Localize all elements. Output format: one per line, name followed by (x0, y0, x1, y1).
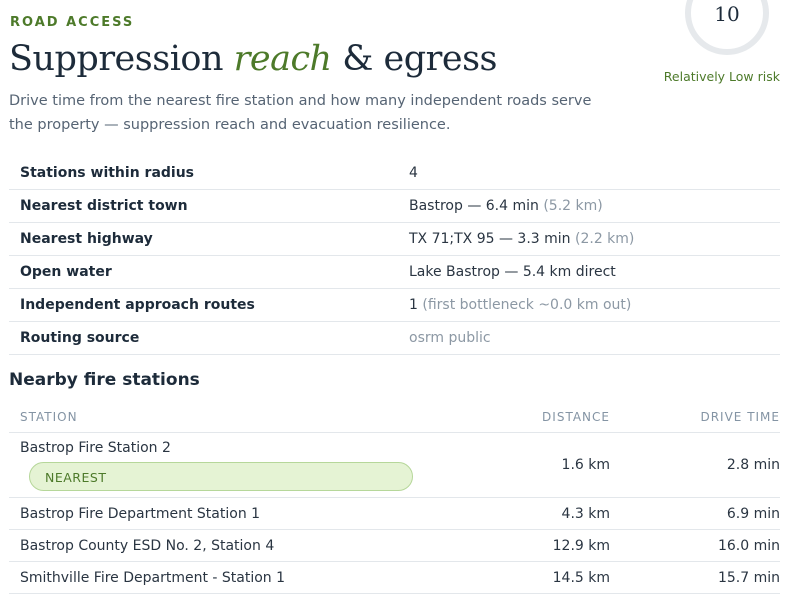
station-name: Bastrop Fire Department Station 1 (20, 505, 261, 522)
table-row: Smithville Fire Department - Station 1 1… (9, 562, 780, 594)
table-row: Bastrop County ESD No. 2, Station 4 12.9… (9, 530, 780, 562)
fact-label: Routing source (20, 330, 140, 346)
column-header-distance: DISTANCE (542, 410, 610, 424)
page-title: Suppression reach & egress (9, 39, 498, 79)
risk-score-value: 10 (714, 2, 740, 26)
fact-label: Independent approach routes (20, 297, 255, 313)
station-distance: 14.5 km (552, 569, 610, 586)
column-header-drive-time: DRIVE TIME (700, 410, 780, 424)
station-drive-time: 16.0 min (717, 537, 780, 554)
station-name-cell: Bastrop Fire Station 2 NEAREST (9, 440, 440, 491)
table-row: Bastrop Fire Station 2 NEAREST 1.6 km 2.… (9, 433, 780, 498)
fact-value: TX 71;TX 95 — 3.3 min (2.2 km) (409, 231, 634, 247)
fact-value: Bastrop — 6.4 min (5.2 km) (409, 198, 603, 214)
station-distance: 12.9 km (552, 537, 610, 554)
title-part-2: & egress (331, 39, 497, 79)
fact-row: Nearest district town Bastrop — 6.4 min … (9, 190, 780, 223)
fact-row: Nearest highway TX 71;TX 95 — 3.3 min (2… (9, 223, 780, 256)
fire-stations-table: STATION DISTANCE DRIVE TIME Bastrop Fire… (9, 402, 780, 594)
fact-value: 1 (first bottleneck ~0.0 km out) (409, 297, 631, 313)
fact-value-main: 1 (409, 297, 418, 313)
fact-value-note: osrm public (409, 330, 491, 346)
section-eyebrow: ROAD ACCESS (10, 15, 135, 30)
fact-value: 4 (409, 165, 418, 181)
title-part-1: Suppression (9, 39, 234, 79)
fact-value-note: (5.2 km) (543, 198, 603, 214)
station-name: Bastrop Fire Station 2 (20, 439, 171, 456)
fact-row: Routing source osrm public (9, 322, 780, 355)
station-drive-time: 2.8 min (726, 457, 780, 473)
station-distance: 4.3 km (561, 505, 610, 522)
table-header: STATION DISTANCE DRIVE TIME (9, 402, 780, 433)
nearest-badge: NEAREST (29, 461, 413, 491)
fact-label: Open water (20, 264, 112, 280)
stations-section-title: Nearby fire stations (9, 370, 200, 390)
fact-row: Open water Lake Bastrop — 5.4 km direct (9, 256, 780, 289)
fact-row: Independent approach routes 1 (first bot… (9, 289, 780, 322)
fact-value: osrm public (409, 330, 491, 346)
fact-label: Stations within radius (20, 165, 195, 181)
fact-label: Nearest district town (20, 198, 188, 214)
station-distance: 1.6 km (561, 457, 610, 473)
fact-value-note: (2.2 km) (575, 231, 635, 247)
fact-value: Lake Bastrop — 5.4 km direct (409, 264, 616, 280)
fact-value-note: (first bottleneck ~0.0 km out) (422, 297, 632, 313)
station-name: Smithville Fire Department - Station 1 (20, 569, 286, 586)
fact-value-main: TX 71;TX 95 — 3.3 min (409, 231, 571, 247)
fact-label: Nearest highway (20, 231, 153, 247)
fact-row: Stations within radius 4 (9, 157, 780, 190)
table-row: Bastrop Fire Department Station 1 4.3 km… (9, 498, 780, 530)
title-emphasis: reach (233, 39, 332, 79)
fact-value-main: Bastrop — 6.4 min (409, 198, 539, 214)
road-access-facts-table: Stations within radius 4 Nearest distric… (9, 157, 780, 355)
station-name: Bastrop County ESD No. 2, Station 4 (20, 537, 275, 554)
risk-level-label: Relatively Low risk (663, 69, 780, 84)
fact-value-main: 4 (409, 165, 418, 181)
fact-value-main: Lake Bastrop — 5.4 km direct (409, 264, 616, 280)
column-header-station: STATION (20, 410, 78, 424)
station-drive-time: 6.9 min (726, 505, 780, 522)
section-description: Drive time from the nearest fire station… (9, 93, 592, 133)
station-drive-time: 15.7 min (717, 569, 780, 586)
